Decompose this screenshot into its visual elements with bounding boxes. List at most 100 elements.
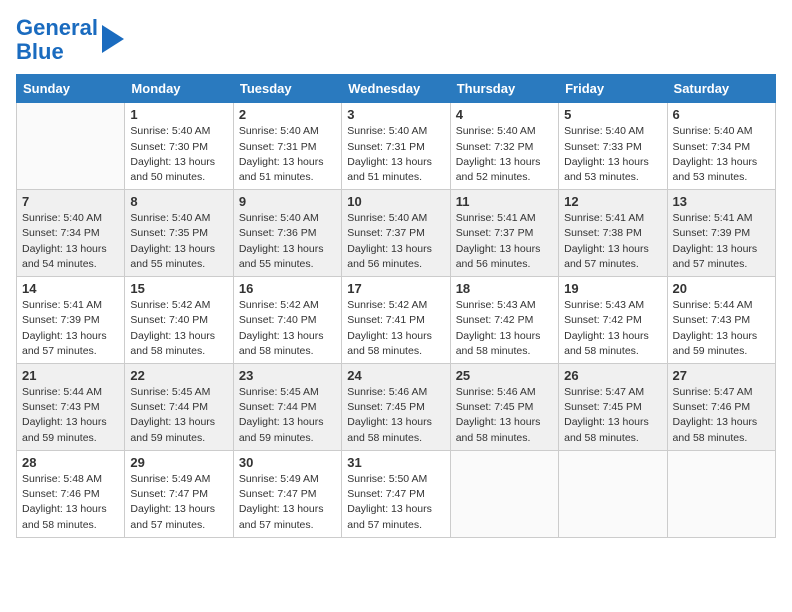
- calendar-cell: 3Sunrise: 5:40 AM Sunset: 7:31 PM Daylig…: [342, 103, 450, 190]
- col-header-wednesday: Wednesday: [342, 75, 450, 103]
- logo-arrow-icon: [102, 25, 124, 53]
- calendar-cell: 26 Sunrise: 5:47 AM Sunset: 7:45 PM Dayli…: [559, 364, 667, 451]
- calendar-cell: 1 Sunrise: 5:40 AM Sunset: 7:30 PM Daylig…: [125, 103, 233, 190]
- calendar-cell: 5 Sunrise: 5:40 AM Sunset: 7:33 PM Daylig…: [559, 103, 667, 190]
- col-header-monday: Monday: [125, 75, 233, 103]
- day-number: 25: [456, 368, 553, 383]
- day-info: Sunrise: 5:45 AM Sunset: 7:44 PM Dayligh…: [239, 385, 336, 446]
- col-header-sunday: Sunday: [17, 75, 125, 103]
- calendar-cell: 18 Sunrise: 5:43 AM Sunset: 7:42 PM Dayli…: [450, 277, 558, 364]
- day-info: Sunrise: 5:41 AM Sunset: 7:38 PM Dayligh…: [564, 211, 661, 272]
- calendar-week-5: 28Sunrise: 5:48 AM Sunset: 7:46 PM Dayli…: [17, 450, 776, 537]
- day-number: 22: [130, 368, 227, 383]
- day-number: 2: [239, 107, 336, 122]
- day-info: Sunrise: 5:42 AM Sunset: 7:40 PM Dayligh…: [130, 298, 227, 359]
- day-info: Sunrise: 5:47 AM Sunset: 7:45 PM Dayligh…: [564, 385, 661, 446]
- calendar-cell: 11 Sunrise: 5:41 AM Sunset: 7:37 PM Dayli…: [450, 190, 558, 277]
- day-number: 15: [130, 281, 227, 296]
- col-header-tuesday: Tuesday: [233, 75, 341, 103]
- calendar-table: SundayMondayTuesdayWednesdayThursdayFrid…: [16, 74, 776, 537]
- calendar-week-3: 14 Sunrise: 5:41 AM Sunset: 7:39 PM Dayli…: [17, 277, 776, 364]
- day-info: Sunrise: 5:41 AM Sunset: 7:37 PM Dayligh…: [456, 211, 553, 272]
- calendar-cell: 23Sunrise: 5:45 AM Sunset: 7:44 PM Dayli…: [233, 364, 341, 451]
- col-header-thursday: Thursday: [450, 75, 558, 103]
- page-header: General Blue: [16, 16, 776, 64]
- day-number: 13: [673, 194, 770, 209]
- col-header-saturday: Saturday: [667, 75, 775, 103]
- day-info: Sunrise: 5:40 AM Sunset: 7:31 PM Dayligh…: [239, 124, 336, 185]
- day-info: Sunrise: 5:40 AM Sunset: 7:30 PM Dayligh…: [130, 124, 227, 185]
- logo: General Blue: [16, 16, 124, 64]
- calendar-cell: 25 Sunrise: 5:46 AM Sunset: 7:45 PM Dayli…: [450, 364, 558, 451]
- day-info: Sunrise: 5:41 AM Sunset: 7:39 PM Dayligh…: [673, 211, 770, 272]
- day-info: Sunrise: 5:45 AM Sunset: 7:44 PM Dayligh…: [130, 385, 227, 446]
- calendar-cell: 2 Sunrise: 5:40 AM Sunset: 7:31 PM Daylig…: [233, 103, 341, 190]
- day-number: 16: [239, 281, 336, 296]
- calendar-cell: 13 Sunrise: 5:41 AM Sunset: 7:39 PM Dayli…: [667, 190, 775, 277]
- calendar-cell: 8 Sunrise: 5:40 AM Sunset: 7:35 PM Daylig…: [125, 190, 233, 277]
- calendar-cell: 20 Sunrise: 5:44 AM Sunset: 7:43 PM Dayli…: [667, 277, 775, 364]
- calendar-cell: 6 Sunrise: 5:40 AM Sunset: 7:34 PM Daylig…: [667, 103, 775, 190]
- calendar-cell: 17 Sunrise: 5:42 AM Sunset: 7:41 PM Dayli…: [342, 277, 450, 364]
- day-info: Sunrise: 5:40 AM Sunset: 7:35 PM Dayligh…: [130, 211, 227, 272]
- day-number: 28: [22, 455, 119, 470]
- calendar-week-1: 1 Sunrise: 5:40 AM Sunset: 7:30 PM Daylig…: [17, 103, 776, 190]
- day-number: 4: [456, 107, 553, 122]
- day-number: 27: [673, 368, 770, 383]
- day-number: 24: [347, 368, 444, 383]
- day-number: 6: [673, 107, 770, 122]
- day-number: 1: [130, 107, 227, 122]
- day-info: Sunrise: 5:44 AM Sunset: 7:43 PM Dayligh…: [22, 385, 119, 446]
- calendar-cell: 27Sunrise: 5:47 AM Sunset: 7:46 PM Dayli…: [667, 364, 775, 451]
- col-header-friday: Friday: [559, 75, 667, 103]
- day-number: 9: [239, 194, 336, 209]
- day-info: Sunrise: 5:43 AM Sunset: 7:42 PM Dayligh…: [564, 298, 661, 359]
- calendar-cell: 30 Sunrise: 5:49 AM Sunset: 7:47 PM Dayli…: [233, 450, 341, 537]
- day-number: 12: [564, 194, 661, 209]
- day-number: 3: [347, 107, 444, 122]
- day-number: 18: [456, 281, 553, 296]
- day-info: Sunrise: 5:40 AM Sunset: 7:34 PM Dayligh…: [673, 124, 770, 185]
- calendar-week-2: 7Sunrise: 5:40 AM Sunset: 7:34 PM Daylig…: [17, 190, 776, 277]
- day-number: 29: [130, 455, 227, 470]
- day-info: Sunrise: 5:43 AM Sunset: 7:42 PM Dayligh…: [456, 298, 553, 359]
- day-info: Sunrise: 5:40 AM Sunset: 7:32 PM Dayligh…: [456, 124, 553, 185]
- calendar-cell: 12 Sunrise: 5:41 AM Sunset: 7:38 PM Dayli…: [559, 190, 667, 277]
- day-number: 8: [130, 194, 227, 209]
- day-number: 30: [239, 455, 336, 470]
- calendar-cell: 24 Sunrise: 5:46 AM Sunset: 7:45 PM Dayli…: [342, 364, 450, 451]
- calendar-cell: 10Sunrise: 5:40 AM Sunset: 7:37 PM Dayli…: [342, 190, 450, 277]
- day-number: 11: [456, 194, 553, 209]
- calendar-cell: 7Sunrise: 5:40 AM Sunset: 7:34 PM Daylig…: [17, 190, 125, 277]
- calendar-week-4: 21 Sunrise: 5:44 AM Sunset: 7:43 PM Dayli…: [17, 364, 776, 451]
- day-number: 17: [347, 281, 444, 296]
- day-info: Sunrise: 5:40 AM Sunset: 7:33 PM Dayligh…: [564, 124, 661, 185]
- day-info: Sunrise: 5:41 AM Sunset: 7:39 PM Dayligh…: [22, 298, 119, 359]
- day-number: 14: [22, 281, 119, 296]
- day-info: Sunrise: 5:44 AM Sunset: 7:43 PM Dayligh…: [673, 298, 770, 359]
- calendar-cell: 4 Sunrise: 5:40 AM Sunset: 7:32 PM Daylig…: [450, 103, 558, 190]
- day-info: Sunrise: 5:40 AM Sunset: 7:34 PM Dayligh…: [22, 211, 119, 272]
- calendar-cell: 28Sunrise: 5:48 AM Sunset: 7:46 PM Dayli…: [17, 450, 125, 537]
- calendar-cell: 9 Sunrise: 5:40 AM Sunset: 7:36 PM Daylig…: [233, 190, 341, 277]
- day-number: 5: [564, 107, 661, 122]
- logo-blue: Blue: [16, 39, 64, 64]
- calendar-cell: 14 Sunrise: 5:41 AM Sunset: 7:39 PM Dayli…: [17, 277, 125, 364]
- logo-text: General Blue: [16, 16, 98, 64]
- day-info: Sunrise: 5:40 AM Sunset: 7:36 PM Dayligh…: [239, 211, 336, 272]
- day-info: Sunrise: 5:50 AM Sunset: 7:47 PM Dayligh…: [347, 472, 444, 533]
- calendar-cell: 21 Sunrise: 5:44 AM Sunset: 7:43 PM Dayli…: [17, 364, 125, 451]
- day-number: 20: [673, 281, 770, 296]
- calendar-cell: 22 Sunrise: 5:45 AM Sunset: 7:44 PM Dayli…: [125, 364, 233, 451]
- calendar-cell: [667, 450, 775, 537]
- calendar-cell: 19Sunrise: 5:43 AM Sunset: 7:42 PM Dayli…: [559, 277, 667, 364]
- day-number: 31: [347, 455, 444, 470]
- day-info: Sunrise: 5:46 AM Sunset: 7:45 PM Dayligh…: [347, 385, 444, 446]
- day-info: Sunrise: 5:46 AM Sunset: 7:45 PM Dayligh…: [456, 385, 553, 446]
- calendar-cell: [450, 450, 558, 537]
- day-number: 21: [22, 368, 119, 383]
- day-number: 26: [564, 368, 661, 383]
- day-info: Sunrise: 5:42 AM Sunset: 7:41 PM Dayligh…: [347, 298, 444, 359]
- day-info: Sunrise: 5:49 AM Sunset: 7:47 PM Dayligh…: [239, 472, 336, 533]
- day-info: Sunrise: 5:42 AM Sunset: 7:40 PM Dayligh…: [239, 298, 336, 359]
